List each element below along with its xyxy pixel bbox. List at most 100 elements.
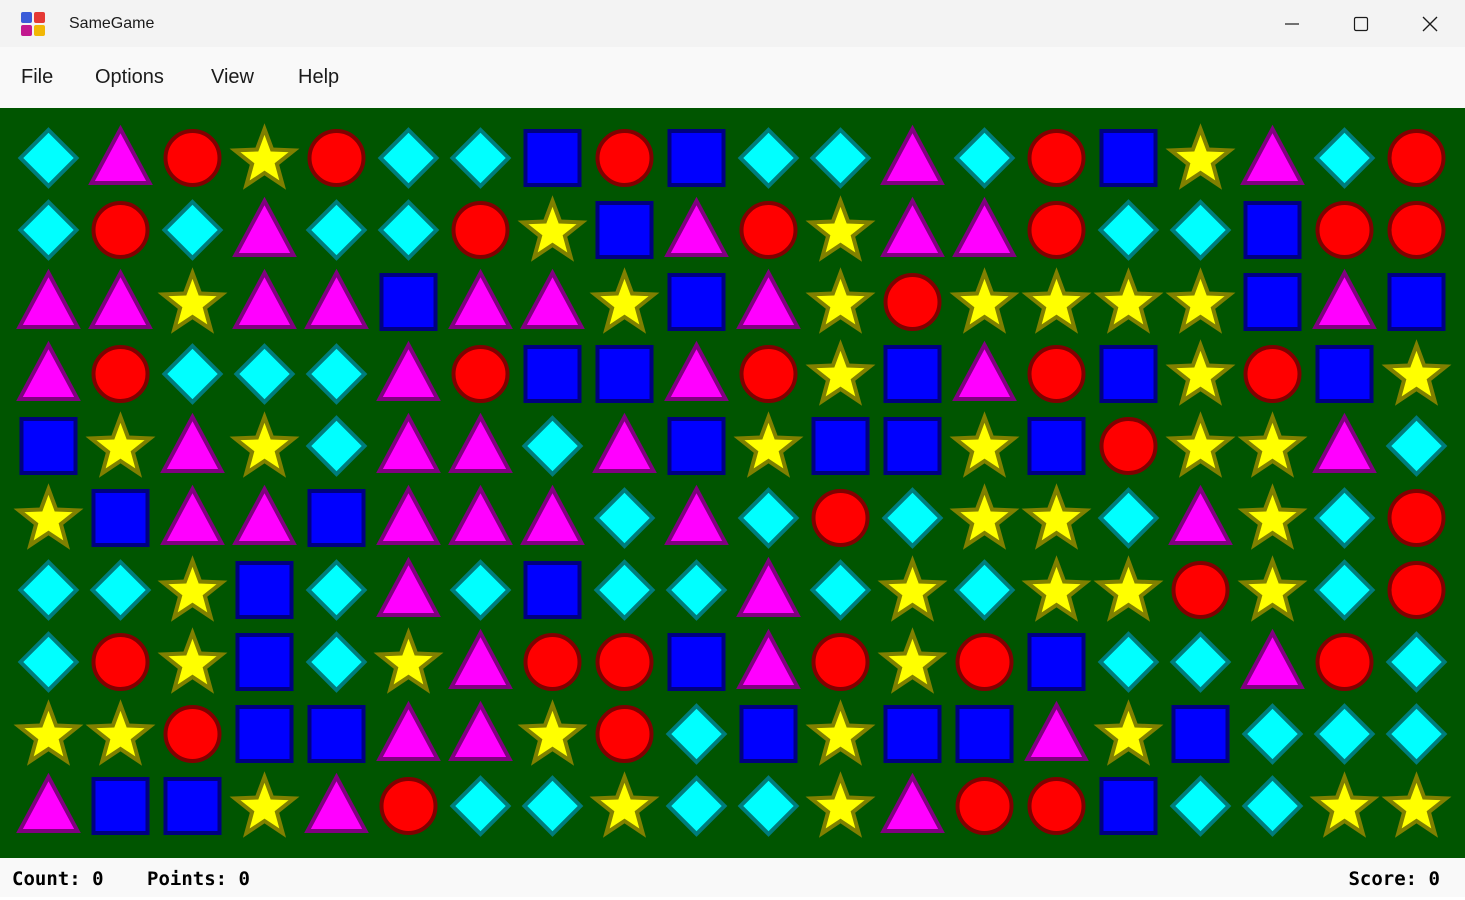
piece-yellow-star[interactable]	[1309, 771, 1380, 838]
piece-red-circle[interactable]	[955, 777, 1014, 835]
piece-red-circle[interactable]	[451, 345, 510, 403]
piece-magenta-triangle[interactable]	[736, 556, 801, 617]
piece-yellow-star[interactable]	[589, 771, 660, 838]
piece-cyan-diamond[interactable]	[449, 775, 512, 837]
piece-cyan-diamond[interactable]	[737, 775, 800, 837]
piece-yellow-star[interactable]	[1165, 267, 1236, 334]
piece-yellow-star[interactable]	[805, 699, 876, 766]
piece-red-circle[interactable]	[91, 633, 150, 691]
piece-blue-square[interactable]	[595, 345, 654, 403]
piece-blue-square[interactable]	[19, 417, 78, 475]
piece-cyan-diamond[interactable]	[1169, 631, 1232, 693]
piece-red-circle[interactable]	[1027, 201, 1086, 259]
piece-cyan-diamond[interactable]	[1313, 703, 1376, 765]
piece-red-circle[interactable]	[1315, 633, 1374, 691]
piece-yellow-star[interactable]	[805, 267, 876, 334]
piece-yellow-star[interactable]	[157, 267, 228, 334]
piece-magenta-triangle[interactable]	[304, 772, 369, 833]
close-button[interactable]	[1395, 0, 1464, 47]
piece-magenta-triangle[interactable]	[376, 340, 441, 401]
piece-magenta-triangle[interactable]	[232, 268, 297, 329]
piece-red-circle[interactable]	[451, 201, 510, 259]
piece-blue-square[interactable]	[523, 129, 582, 187]
piece-yellow-star[interactable]	[733, 411, 804, 478]
piece-blue-square[interactable]	[1099, 129, 1158, 187]
piece-yellow-star[interactable]	[805, 339, 876, 406]
piece-red-circle[interactable]	[1387, 201, 1446, 259]
piece-red-circle[interactable]	[1027, 345, 1086, 403]
piece-cyan-diamond[interactable]	[1097, 199, 1160, 261]
piece-cyan-diamond[interactable]	[1169, 775, 1232, 837]
piece-cyan-diamond[interactable]	[1241, 703, 1304, 765]
piece-cyan-diamond[interactable]	[1313, 559, 1376, 621]
piece-cyan-diamond[interactable]	[1385, 703, 1448, 765]
piece-cyan-diamond[interactable]	[377, 199, 440, 261]
piece-yellow-star[interactable]	[877, 555, 948, 622]
piece-blue-square[interactable]	[1243, 273, 1302, 331]
piece-cyan-diamond[interactable]	[953, 127, 1016, 189]
piece-magenta-triangle[interactable]	[1312, 412, 1377, 473]
piece-yellow-star[interactable]	[949, 267, 1020, 334]
piece-yellow-star[interactable]	[1381, 339, 1452, 406]
piece-yellow-star[interactable]	[589, 267, 660, 334]
piece-cyan-diamond[interactable]	[953, 559, 1016, 621]
piece-cyan-diamond[interactable]	[665, 559, 728, 621]
piece-cyan-diamond[interactable]	[17, 559, 80, 621]
piece-yellow-star[interactable]	[157, 555, 228, 622]
piece-cyan-diamond[interactable]	[665, 703, 728, 765]
piece-magenta-triangle[interactable]	[1024, 700, 1089, 761]
piece-magenta-triangle[interactable]	[16, 772, 81, 833]
piece-yellow-star[interactable]	[229, 411, 300, 478]
piece-yellow-star[interactable]	[13, 699, 84, 766]
piece-blue-square[interactable]	[235, 705, 294, 763]
piece-cyan-diamond[interactable]	[161, 343, 224, 405]
maximize-button[interactable]	[1326, 0, 1395, 47]
piece-red-circle[interactable]	[1243, 345, 1302, 403]
piece-cyan-diamond[interactable]	[521, 415, 584, 477]
piece-red-circle[interactable]	[739, 201, 798, 259]
piece-blue-square[interactable]	[1243, 201, 1302, 259]
minimize-button[interactable]	[1257, 0, 1326, 47]
piece-magenta-triangle[interactable]	[448, 700, 513, 761]
piece-yellow-star[interactable]	[1021, 483, 1092, 550]
piece-magenta-triangle[interactable]	[88, 124, 153, 185]
piece-cyan-diamond[interactable]	[305, 559, 368, 621]
piece-red-circle[interactable]	[595, 705, 654, 763]
piece-yellow-star[interactable]	[877, 627, 948, 694]
piece-magenta-triangle[interactable]	[664, 340, 729, 401]
piece-yellow-star[interactable]	[157, 627, 228, 694]
piece-magenta-triangle[interactable]	[304, 268, 369, 329]
piece-blue-square[interactable]	[1027, 633, 1086, 691]
game-board-grid[interactable]	[0, 108, 1465, 858]
piece-red-circle[interactable]	[1027, 129, 1086, 187]
piece-cyan-diamond[interactable]	[1385, 631, 1448, 693]
piece-blue-square[interactable]	[307, 489, 366, 547]
piece-cyan-diamond[interactable]	[305, 199, 368, 261]
piece-yellow-star[interactable]	[1093, 699, 1164, 766]
piece-red-circle[interactable]	[811, 489, 870, 547]
piece-red-circle[interactable]	[955, 633, 1014, 691]
piece-blue-square[interactable]	[739, 705, 798, 763]
piece-cyan-diamond[interactable]	[305, 415, 368, 477]
piece-magenta-triangle[interactable]	[376, 412, 441, 473]
piece-red-circle[interactable]	[379, 777, 438, 835]
piece-blue-square[interactable]	[883, 705, 942, 763]
piece-red-circle[interactable]	[595, 129, 654, 187]
piece-cyan-diamond[interactable]	[881, 487, 944, 549]
piece-cyan-diamond[interactable]	[521, 775, 584, 837]
piece-yellow-star[interactable]	[949, 483, 1020, 550]
piece-yellow-star[interactable]	[1237, 411, 1308, 478]
piece-yellow-star[interactable]	[1381, 771, 1452, 838]
piece-magenta-triangle[interactable]	[16, 340, 81, 401]
piece-cyan-diamond[interactable]	[809, 127, 872, 189]
piece-cyan-diamond[interactable]	[665, 775, 728, 837]
piece-magenta-triangle[interactable]	[664, 484, 729, 545]
piece-magenta-triangle[interactable]	[1240, 628, 1305, 689]
piece-cyan-diamond[interactable]	[1385, 415, 1448, 477]
piece-red-circle[interactable]	[523, 633, 582, 691]
piece-cyan-diamond[interactable]	[449, 559, 512, 621]
piece-cyan-diamond[interactable]	[1241, 775, 1304, 837]
piece-yellow-star[interactable]	[1165, 411, 1236, 478]
piece-red-circle[interactable]	[1387, 561, 1446, 619]
piece-magenta-triangle[interactable]	[160, 412, 225, 473]
